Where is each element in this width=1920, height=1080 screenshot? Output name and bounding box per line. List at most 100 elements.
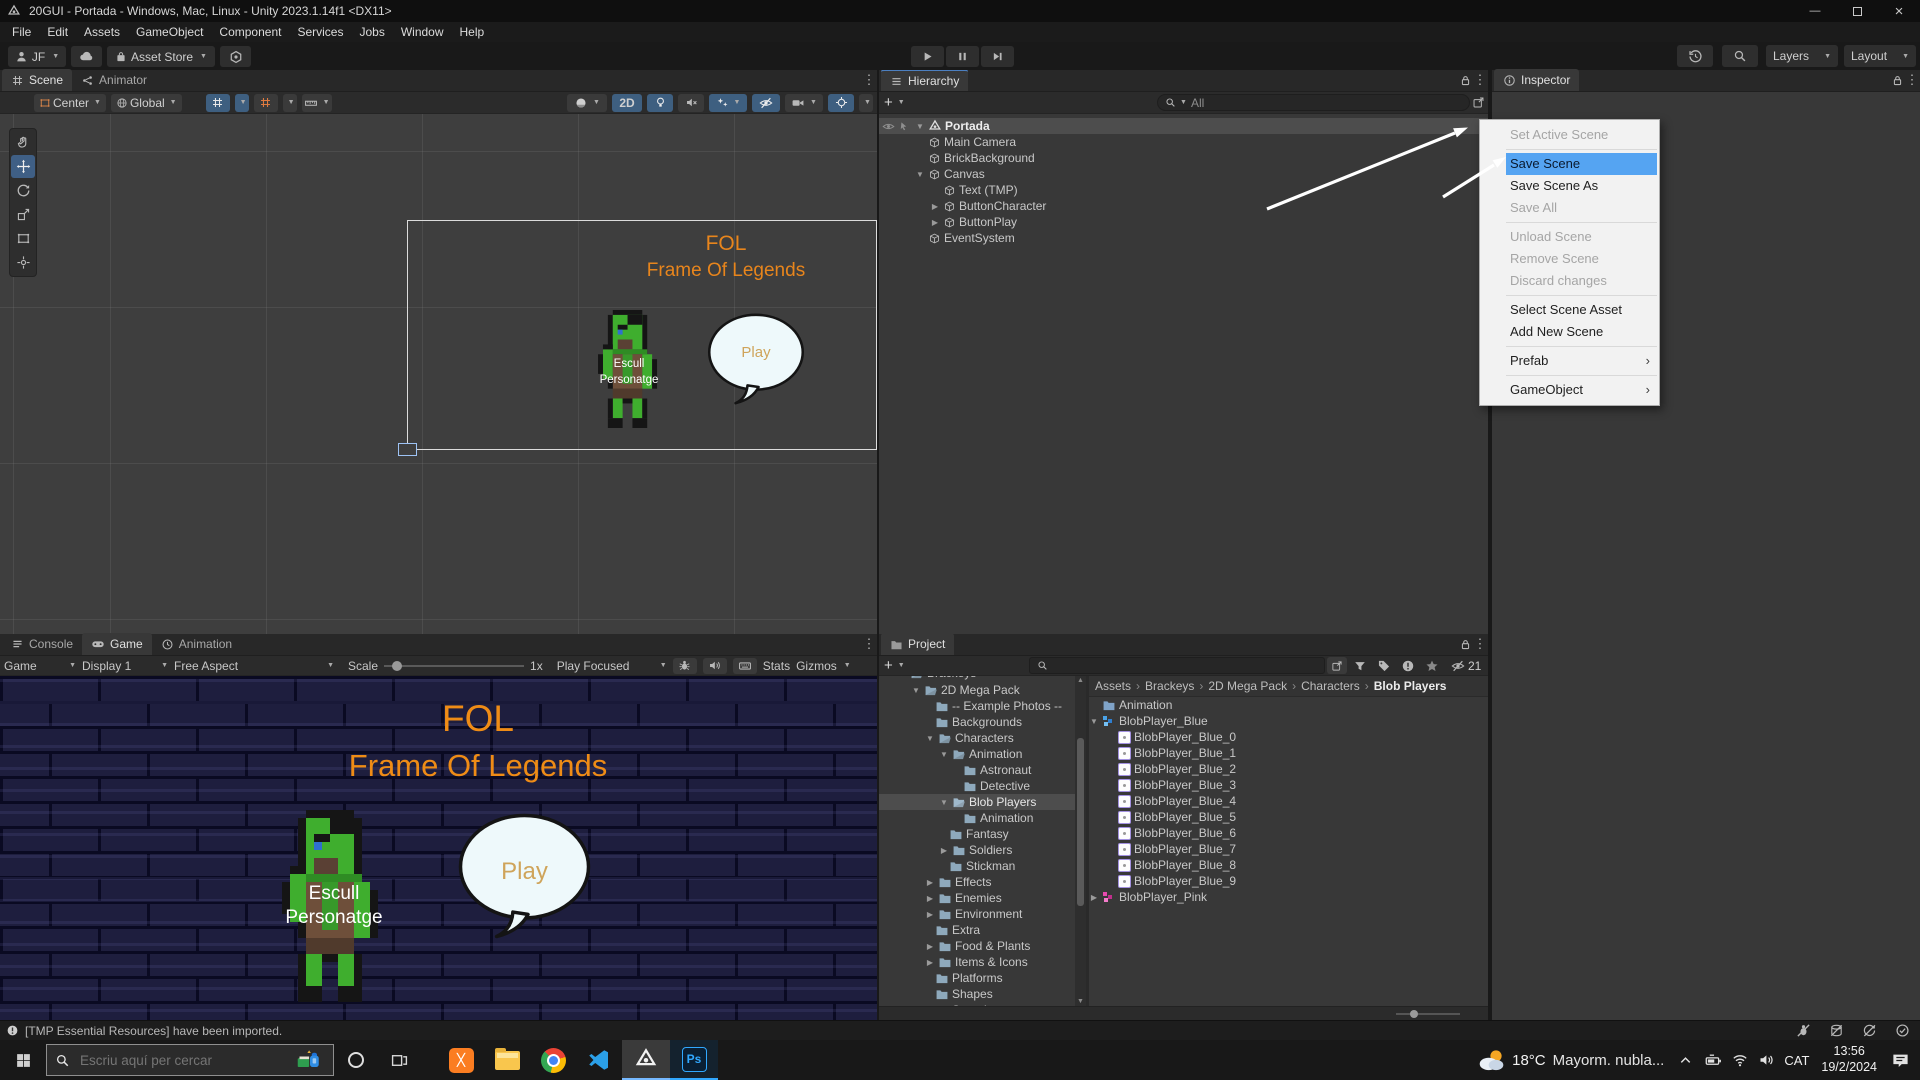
tree-item[interactable]: Backgrounds — [879, 714, 1086, 730]
2d-mode-toggle[interactable]: 2D — [612, 94, 642, 112]
taskbar-weather[interactable]: 18°C Mayorm. nubla... — [1478, 1047, 1664, 1074]
menu-services[interactable]: Services — [289, 22, 351, 42]
menu-file[interactable]: File — [4, 22, 39, 42]
taskbar-app-unity[interactable] — [622, 1040, 670, 1080]
expander-icon[interactable]: ▶ — [925, 894, 935, 903]
menu-help[interactable]: Help — [452, 22, 493, 42]
camera-settings-dropdown[interactable]: ▼ — [785, 94, 823, 112]
file-item-sprite[interactable]: BlobPlayer_Blue_9 — [1089, 873, 1488, 889]
tab-animator[interactable]: Animator — [72, 69, 156, 91]
language-indicator[interactable]: CAT — [1784, 1053, 1809, 1068]
hierarchy-search-field[interactable]: ▼ All — [1157, 94, 1470, 111]
tree-scrollbar[interactable]: ▲ ▼ — [1075, 676, 1086, 1006]
taskbar-app-photoshop[interactable]: Ps — [670, 1040, 718, 1080]
hidden-count-eye-icon[interactable] — [1451, 659, 1465, 673]
wifi-icon[interactable] — [1732, 1052, 1748, 1068]
expander-icon[interactable]: ▶ — [925, 958, 935, 967]
tree-item[interactable]: ▶ Enemies — [879, 890, 1086, 906]
tree-item[interactable]: ▼ Brackeys — [879, 676, 1086, 681]
hierarchy-menu-icon[interactable]: ⋮ — [1472, 72, 1488, 88]
file-item-sprite[interactable]: BlobPlayer_Blue_6 — [1089, 825, 1488, 841]
unity-hub-button[interactable] — [220, 46, 251, 67]
file-item-sprite[interactable]: BlobPlayer_Blue_2 — [1089, 761, 1488, 777]
tool-handle-position-dropdown[interactable]: Center▼ — [34, 94, 106, 112]
file-item-sprite[interactable]: BlobPlayer_Blue_4 — [1089, 793, 1488, 809]
menu-assets[interactable]: Assets — [76, 22, 128, 42]
tree-item[interactable]: ▼ Characters — [879, 730, 1086, 746]
search-by-label-icon[interactable] — [1377, 659, 1391, 673]
scale-slider-knob[interactable] — [392, 661, 402, 671]
progress-idle-icon[interactable] — [1895, 1023, 1910, 1038]
expander-icon[interactable]: ▼ — [939, 750, 949, 759]
tab-game[interactable]: Game — [82, 633, 152, 655]
snap-increment-button[interactable]: ▼ — [302, 94, 332, 112]
scene-lighting-toggle[interactable] — [647, 94, 673, 112]
cloud-button[interactable] — [71, 46, 102, 67]
taskbar-app-explorer[interactable] — [484, 1040, 530, 1080]
scale-slider[interactable] — [384, 665, 524, 667]
menu-item-save-scene-as[interactable]: Save Scene As — [1480, 175, 1659, 197]
tree-item[interactable]: ▶ Soldiers — [879, 842, 1086, 858]
expander-icon[interactable]: ▼ — [915, 170, 925, 179]
play-button[interactable] — [911, 46, 944, 67]
tree-item[interactable]: ▶ Food & Plants — [879, 938, 1086, 954]
character-button-label[interactable]: Escull Personatge — [592, 356, 666, 388]
aspect-dropdown[interactable]: Free Aspect▼ — [174, 659, 334, 673]
bing-daily-image[interactable] — [295, 1046, 325, 1074]
expander-icon[interactable]: ▶ — [930, 218, 940, 227]
cortana-button[interactable] — [334, 1040, 378, 1080]
move-tool[interactable] — [11, 155, 35, 178]
scene-audio-toggle[interactable] — [678, 94, 704, 112]
tab-project[interactable]: Project — [881, 634, 954, 655]
expander-icon[interactable]: ▼ — [925, 734, 935, 743]
breadcrumb-assets[interactable]: Assets — [1095, 679, 1131, 693]
search-input[interactable] — [78, 1052, 287, 1069]
character-button-label[interactable]: Escull Personatge — [272, 882, 396, 930]
breadcrumb-brackeys[interactable]: Brackeys — [1145, 679, 1194, 693]
file-item-spritesheet[interactable]: ▼ BlobPlayer_Blue — [1089, 713, 1488, 729]
tree-item[interactable]: ▶ Effects — [879, 874, 1086, 890]
expander-icon[interactable]: ▶ — [930, 202, 940, 211]
notification-center-icon[interactable] — [1891, 1051, 1910, 1070]
hidden-objects-toggle[interactable] — [752, 94, 780, 112]
effects-dropdown[interactable]: ▼ — [709, 94, 747, 112]
volume-icon[interactable] — [1758, 1052, 1774, 1068]
rect-tool[interactable] — [11, 227, 35, 250]
gizmos-toggle[interactable] — [828, 94, 854, 112]
expander-icon[interactable]: ▼ — [915, 122, 925, 131]
taskbar-app-xampp[interactable]: ᚷ — [438, 1040, 484, 1080]
display-mode-dropdown[interactable]: Game▼ — [4, 659, 76, 673]
menu-item-gameobject[interactable]: GameObject› — [1480, 379, 1659, 401]
icon-size-slider[interactable] — [1396, 1013, 1460, 1015]
menu-window[interactable]: Window — [393, 22, 452, 42]
start-button[interactable] — [0, 1040, 46, 1080]
tree-item[interactable]: Stickman — [879, 858, 1086, 874]
tree-item-selected[interactable]: ▼ Blob Players — [879, 794, 1086, 810]
tool-handle-rotation-dropdown[interactable]: Global▼ — [111, 94, 182, 112]
undo-history-button[interactable] — [1677, 45, 1713, 67]
inspector-menu-icon[interactable]: ⋮ — [1904, 72, 1920, 88]
tree-item[interactable]: ▼ 2D Mega Pack — [879, 682, 1086, 698]
hierarchy-item[interactable]: Text (TMP) — [879, 182, 1488, 198]
expander-icon[interactable]: ▼ — [939, 798, 949, 807]
account-button[interactable]: JF▼ — [8, 46, 66, 67]
search-button[interactable] — [1722, 45, 1758, 67]
scroll-up-icon[interactable]: ▲ — [1077, 677, 1084, 684]
tree-item[interactable]: Shapes — [879, 986, 1086, 1002]
tree-item[interactable]: ▼ Animation — [879, 746, 1086, 762]
open-search-window-button[interactable] — [1327, 657, 1347, 674]
menu-component[interactable]: Component — [211, 22, 289, 42]
file-item-spritesheet[interactable]: ▶ BlobPlayer_Pink — [1089, 889, 1488, 905]
scene-menu-icon[interactable]: ⋮ — [861, 72, 877, 88]
draw-mode-dropdown[interactable]: ▼ — [567, 94, 607, 112]
status-message[interactable]: [TMP Essential Resources] have been impo… — [25, 1024, 282, 1038]
hierarchy-item[interactable]: ▼ Canvas — [879, 166, 1488, 182]
expander-icon[interactable]: ▼ — [911, 686, 921, 695]
scroll-down-icon[interactable]: ▼ — [1077, 998, 1084, 1005]
display-dropdown[interactable]: Display 1▼ — [82, 659, 168, 673]
tree-item[interactable]: Detective — [879, 778, 1086, 794]
hierarchy-item[interactable]: ▶ ButtonCharacter — [879, 198, 1488, 214]
task-view-button[interactable] — [378, 1040, 420, 1080]
gizmos-dropdown[interactable]: ▼ — [859, 94, 873, 112]
hierarchy-item[interactable]: Main Camera — [879, 134, 1488, 150]
